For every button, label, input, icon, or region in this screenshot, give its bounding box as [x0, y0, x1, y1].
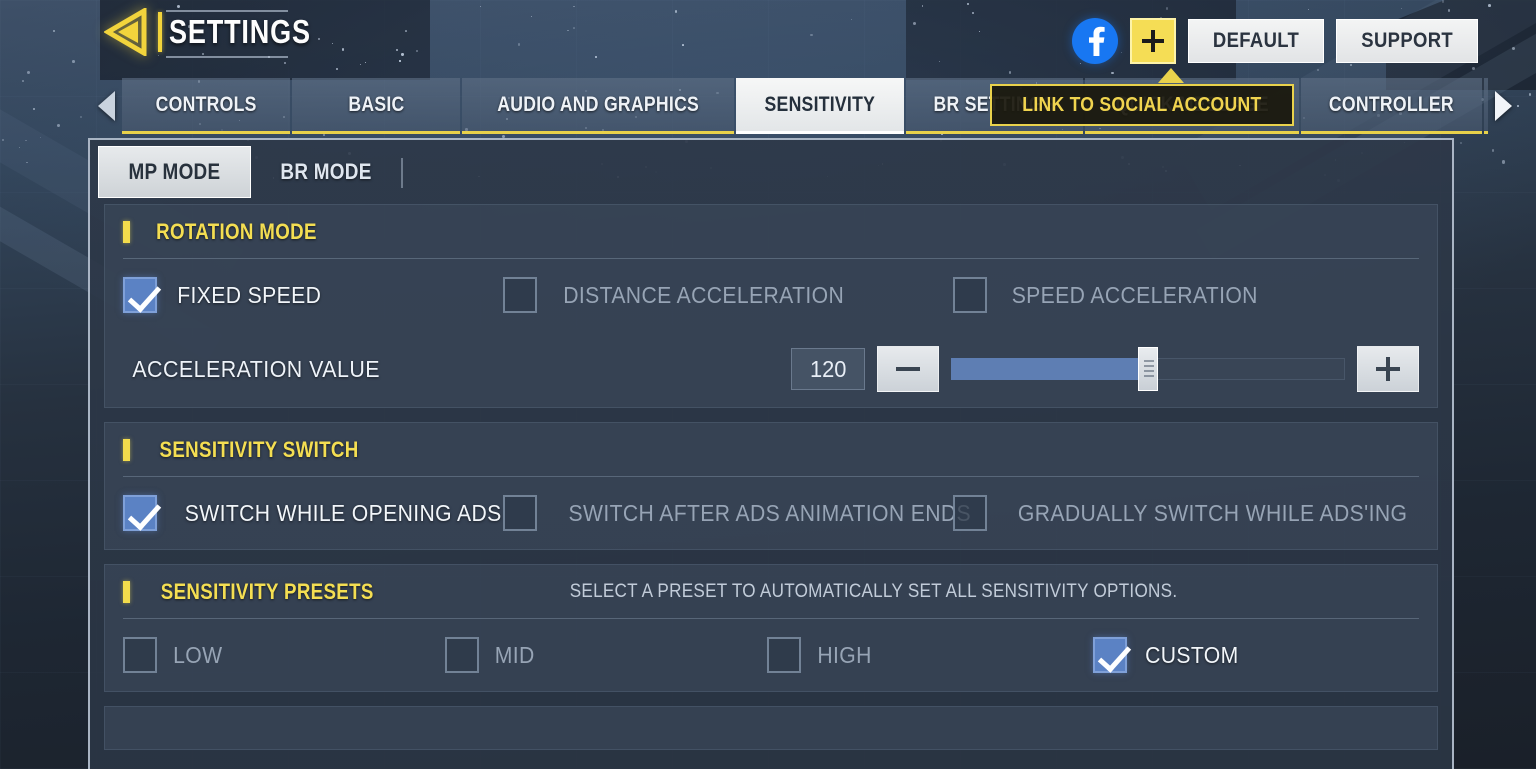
facebook-icon[interactable]: [1071, 18, 1118, 64]
subtab-br-mode[interactable]: BR MODE: [251, 146, 401, 198]
settings-panel: MP MODE BR MODE ROTATION MODE FIXED SPEE…: [88, 138, 1454, 769]
preset-mid-checkbox[interactable]: [445, 637, 479, 673]
tooltip-caret-icon: [1158, 68, 1184, 83]
sensitivity-presets-options: LOW MID HIGH CUSTOM: [123, 619, 1419, 691]
switch-after-ads-animation-ends-checkbox[interactable]: [503, 495, 537, 531]
preset-high-checkbox[interactable]: [767, 637, 801, 673]
subtab-mp-mode-label: MP MODE: [128, 159, 221, 184]
option-switch-while-opening-ads[interactable]: SWITCH WHILE OPENING ADS: [123, 495, 503, 531]
subtab-divider: [400, 158, 403, 188]
tab-audio-and-graphics-label: AUDIO AND GRAPHICS: [497, 92, 700, 116]
gradually-switch-while-adsing-label: GRADUALLY SWITCH WHILE ADS'ING: [1017, 499, 1408, 526]
title-accent-bar: [158, 12, 162, 52]
header-actions: DEFAULT SUPPORT: [1071, 18, 1478, 64]
section-rotation-mode: ROTATION MODE FIXED SPEED DISTANCE ACCEL…: [104, 204, 1438, 408]
settings-screen: SETTINGS DEFAULT SUPPORT CONTROLS BASIC …: [0, 0, 1536, 769]
settings-tab-bar: CONTROLS BASIC AUDIO AND GRAPHICS SENSIT…: [92, 78, 1518, 134]
tab-basic[interactable]: BASIC: [292, 78, 460, 134]
subtab-mp-mode[interactable]: MP MODE: [98, 146, 251, 198]
back-arrow-icon[interactable]: [104, 8, 156, 56]
chevron-right-icon[interactable]: [1488, 78, 1518, 134]
section-marker-icon: [123, 580, 130, 603]
option-fixed-speed[interactable]: FIXED SPEED: [123, 277, 503, 313]
header: SETTINGS DEFAULT SUPPORT: [0, 0, 1536, 76]
acceleration-value-label: ACCELERATION VALUE: [132, 355, 381, 382]
speed-acceleration-label: SPEED ACCELERATION: [1011, 281, 1258, 308]
acceleration-value-row: ACCELERATION VALUE 120: [123, 331, 1419, 407]
acceleration-slider[interactable]: [951, 346, 1345, 392]
preset-custom-label: CUSTOM: [1145, 641, 1239, 668]
support-button-label: SUPPORT: [1360, 29, 1453, 52]
sensitivity-switch-options: SWITCH WHILE OPENING ADS SWITCH AFTER AD…: [123, 477, 1419, 549]
gradually-switch-while-adsing-checkbox[interactable]: [953, 495, 987, 531]
sensitivity-presets-title: SENSITIVITY PRESETS: [160, 578, 374, 604]
acceleration-decrease-button[interactable]: [877, 346, 939, 392]
rotation-mode-options: FIXED SPEED DISTANCE ACCELERATION SPEED …: [123, 259, 1419, 331]
page-title: SETTINGS: [169, 13, 311, 50]
tab-controls-label: CONTROLS: [155, 92, 257, 116]
section-marker-icon: [123, 438, 130, 461]
section-sensitivity-switch: SENSITIVITY SWITCH SWITCH WHILE OPENING …: [104, 422, 1438, 550]
preset-low-checkbox[interactable]: [123, 637, 157, 673]
support-button[interactable]: SUPPORT: [1335, 19, 1478, 63]
section-sensitivity-presets: SENSITIVITY PRESETS SELECT A PRESET TO A…: [104, 564, 1438, 692]
acceleration-increase-button[interactable]: [1357, 346, 1419, 392]
sensitivity-switch-title: SENSITIVITY SWITCH: [159, 436, 359, 462]
title-rule-bottom: [166, 56, 288, 58]
option-preset-high[interactable]: HIGH: [767, 637, 1093, 673]
option-switch-after-ads-animation-ends[interactable]: SWITCH AFTER ADS ANIMATION ENDS: [503, 495, 971, 531]
add-account-button[interactable]: [1129, 18, 1176, 64]
tab-controls[interactable]: CONTROLS: [122, 78, 290, 134]
settings-content: ROTATION MODE FIXED SPEED DISTANCE ACCEL…: [90, 198, 1452, 750]
switch-while-opening-ads-checkbox[interactable]: [123, 495, 157, 531]
distance-acceleration-checkbox[interactable]: [503, 277, 537, 313]
mode-subtab-bar: MP MODE BR MODE: [90, 140, 1452, 198]
rotation-mode-header: ROTATION MODE: [123, 205, 1419, 259]
preset-high-label: HIGH: [817, 641, 872, 668]
slider-handle[interactable]: [1138, 347, 1158, 391]
acceleration-value-control: 120: [791, 346, 1419, 392]
preset-low-label: LOW: [173, 641, 223, 668]
option-preset-mid[interactable]: MID: [445, 637, 767, 673]
switch-while-opening-ads-label: SWITCH WHILE OPENING ADS: [184, 499, 502, 526]
link-social-account-tooltip: LINK TO SOCIAL ACCOUNT: [990, 84, 1294, 126]
sensitivity-presets-header: SENSITIVITY PRESETS SELECT A PRESET TO A…: [123, 565, 1419, 619]
speed-acceleration-checkbox[interactable]: [953, 277, 987, 313]
fixed-speed-checkbox[interactable]: [123, 277, 157, 313]
tab-sensitivity[interactable]: SENSITIVITY: [736, 78, 905, 134]
option-gradually-switch-while-adsing[interactable]: GRADUALLY SWITCH WHILE ADS'ING: [953, 495, 1424, 531]
option-preset-custom[interactable]: CUSTOM: [1093, 637, 1243, 673]
switch-after-ads-animation-ends-label: SWITCH AFTER ADS ANIMATION ENDS: [568, 499, 972, 526]
subtab-br-mode-label: BR MODE: [280, 159, 372, 184]
default-button-label: DEFAULT: [1212, 29, 1299, 52]
tab-controller[interactable]: CONTROLLER: [1301, 78, 1483, 134]
sensitivity-presets-note: SELECT A PRESET TO AUTOMATICALLY SET ALL…: [570, 580, 1178, 602]
chevron-left-icon[interactable]: [92, 78, 122, 134]
fixed-speed-label: FIXED SPEED: [177, 281, 322, 308]
tab-sensitivity-label: SENSITIVITY: [764, 92, 876, 116]
sensitivity-switch-header: SENSITIVITY SWITCH: [123, 423, 1419, 477]
tab-language[interactable]: LANGUAGE: [1484, 78, 1488, 134]
slider-fill: [951, 358, 1148, 380]
acceleration-value-display: 120: [791, 348, 865, 390]
option-distance-acceleration[interactable]: DISTANCE ACCELERATION: [503, 277, 953, 313]
tooltip-label: LINK TO SOCIAL ACCOUNT: [1022, 93, 1262, 116]
option-speed-acceleration[interactable]: SPEED ACCELERATION: [953, 277, 1269, 313]
section-marker-icon: [123, 220, 130, 243]
section-next-partial: [104, 706, 1438, 750]
tab-basic-label: BASIC: [347, 92, 405, 116]
tab-audio-and-graphics[interactable]: AUDIO AND GRAPHICS: [462, 78, 735, 134]
preset-custom-checkbox[interactable]: [1093, 637, 1127, 673]
page-title-group: SETTINGS: [104, 8, 342, 58]
option-preset-low[interactable]: LOW: [123, 637, 445, 673]
distance-acceleration-label: DISTANCE ACCELERATION: [563, 281, 845, 308]
preset-mid-label: MID: [494, 641, 535, 668]
title-rule-top: [166, 10, 288, 12]
default-button[interactable]: DEFAULT: [1187, 19, 1324, 63]
rotation-mode-title: ROTATION MODE: [156, 218, 317, 244]
tab-controller-label: CONTROLLER: [1329, 92, 1455, 116]
